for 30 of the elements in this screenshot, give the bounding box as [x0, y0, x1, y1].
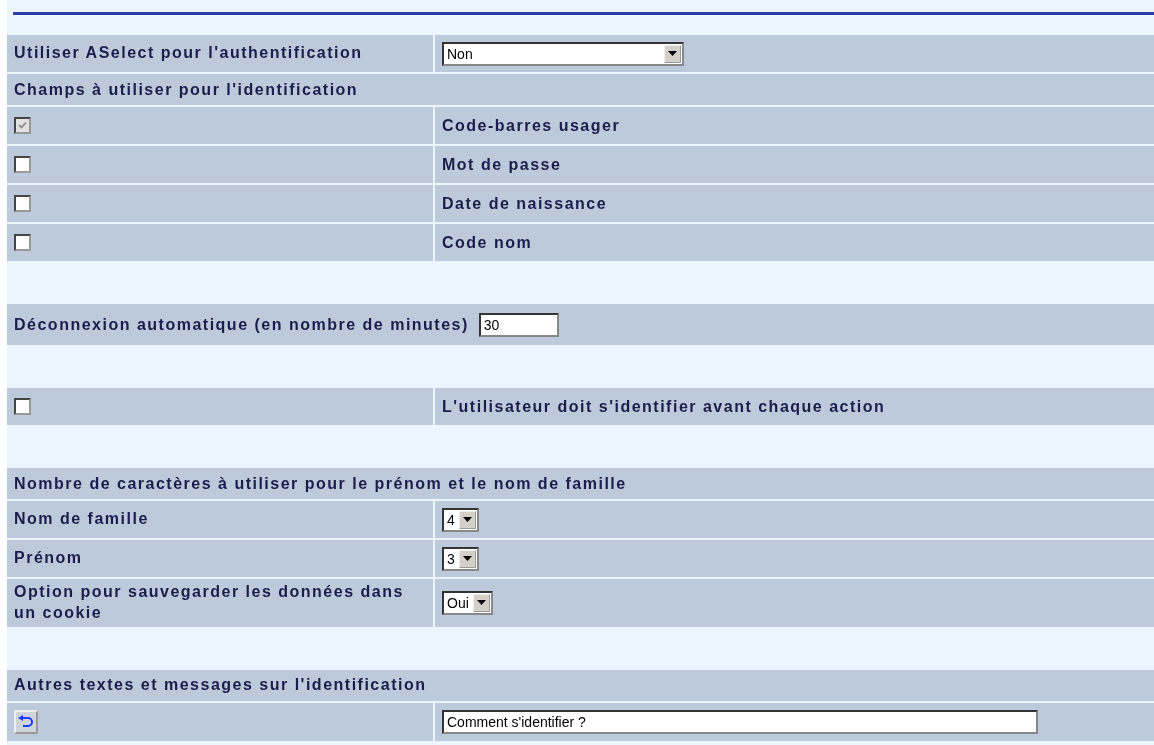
dropdown[interactable]: Non: [442, 41, 684, 66]
checkbox-label: Date de naissance: [442, 193, 608, 214]
dropdown[interactable]: 4: [442, 507, 479, 532]
field-label: Option pour sauvegarder les données dans un cookie: [14, 582, 405, 623]
field-label: Utiliser ASelect pour l'authentification: [14, 43, 363, 64]
dropdown[interactable]: Oui: [442, 590, 493, 615]
field-label: Prénom: [14, 548, 83, 569]
text-field[interactable]: Comment s'identifier ?: [442, 709, 1038, 734]
dropdown-arrow-icon: [462, 556, 472, 561]
dropdown-arrow-icon: [668, 51, 677, 56]
checkbox-label: Mot de passe: [442, 154, 562, 175]
checkmark-icon: [18, 121, 27, 130]
section-header: Champs à utiliser pour l'identification: [7, 74, 1154, 105]
checkbox-label: Code-barres usager: [442, 115, 621, 136]
checkbox[interactable]: [14, 156, 31, 173]
undo-arrow-icon: [17, 714, 35, 729]
checkbox[interactable]: [14, 195, 31, 212]
section-header: Autres textes et messages sur l'identification: [7, 669, 1154, 701]
checkbox[interactable]: [14, 234, 31, 251]
dropdown-arrow-icon: [476, 600, 486, 606]
dropdown-arrow-icon: [462, 517, 472, 522]
checkbox[interactable]: [14, 398, 31, 415]
field-label: Déconnexion automatique (en nombre de minutes): [14, 314, 469, 335]
dropdown[interactable]: 3: [442, 546, 479, 571]
minutes-field[interactable]: 30: [478, 312, 559, 337]
checkbox-label: L'utilisateur doit s'identifier avant chaque action: [442, 396, 886, 417]
checkbox-label: Code nom: [442, 232, 533, 253]
field-label: Nom de famille: [14, 509, 149, 530]
undo-button[interactable]: [14, 709, 38, 734]
section-header: Nombre de caractères à utiliser pour le prénom et le nom de famille: [7, 468, 1154, 499]
